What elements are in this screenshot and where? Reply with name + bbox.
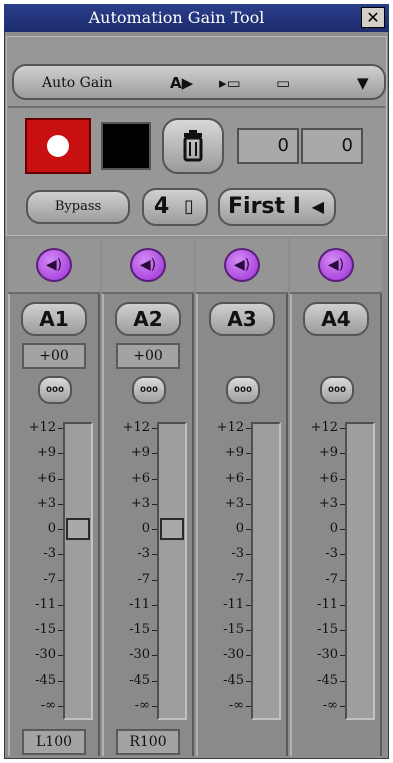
scale-label: -3	[43, 546, 56, 562]
scale-label: +9	[318, 445, 338, 461]
scale-label: +9	[36, 445, 56, 461]
fader-track[interactable]	[63, 422, 93, 720]
scale-label: +9	[224, 445, 244, 461]
scale-label: +3	[36, 495, 56, 511]
counter-left: 0	[237, 128, 299, 164]
scale-label: +12	[310, 420, 338, 435]
scale-label: +9	[130, 445, 150, 461]
scale-label: -30	[35, 647, 56, 663]
record-button[interactable]	[25, 118, 91, 174]
scale-label: 0	[141, 521, 150, 537]
scale-label: 0	[235, 521, 244, 537]
scale-label: -11	[223, 596, 244, 612]
scale-label: +6	[318, 470, 338, 486]
fader-track[interactable]	[157, 422, 187, 720]
scale-label: -∞	[228, 698, 244, 713]
auto-gain-label[interactable]: Auto Gain	[42, 75, 113, 91]
track-count-stepper[interactable]: 4 ▯	[142, 188, 208, 226]
scale-label: -∞	[40, 698, 56, 713]
scale-label: -45	[35, 672, 56, 688]
channel-button[interactable]: A2	[115, 302, 181, 336]
scale-label: +12	[216, 420, 244, 435]
fader-track[interactable]	[345, 422, 375, 720]
scale-label: 0	[329, 521, 338, 537]
scale-label: +12	[122, 420, 150, 435]
scale-label: -∞	[134, 698, 150, 713]
fader-thumb[interactable]	[66, 518, 90, 541]
gain-value[interactable]: +00	[116, 343, 180, 369]
window-title: Automation Gain Tool	[88, 8, 265, 27]
scale-label: -3	[137, 546, 150, 562]
scale-label: -30	[223, 647, 244, 663]
scale-label: -45	[223, 672, 244, 688]
fader-track[interactable]	[251, 422, 281, 720]
speaker-icon[interactable]: ◀)	[36, 248, 72, 282]
gain-value[interactable]: +00	[22, 343, 86, 369]
first-mode-label: First I	[228, 194, 301, 219]
scale-label: +12	[28, 420, 56, 435]
scale-label: +3	[130, 495, 150, 511]
scale-label: -11	[317, 596, 338, 612]
link-button[interactable]: ooo	[132, 376, 166, 404]
filmstrip-icon[interactable]: ▭	[276, 74, 290, 92]
scale-label: -11	[35, 596, 56, 612]
scale-label: -7	[325, 571, 338, 587]
speaker-icon[interactable]: ◀)	[318, 248, 354, 282]
track-count-value: 4	[154, 194, 170, 219]
dropdown-arrow-icon[interactable]: ▼	[357, 74, 369, 92]
fader-thumb[interactable]	[160, 518, 184, 541]
scale-label: +3	[318, 495, 338, 511]
scale-label: +6	[130, 470, 150, 486]
scale-label: -15	[35, 622, 56, 638]
stepper-icon[interactable]: ▯	[184, 190, 194, 224]
scale-label: -45	[129, 672, 150, 688]
close-button[interactable]: ✕	[361, 7, 385, 28]
scale-label: -7	[231, 571, 244, 587]
speaker-icon[interactable]: ◀)	[224, 248, 260, 282]
speaker-small-icon: ◀	[311, 197, 324, 216]
link-button[interactable]: ooo	[320, 376, 354, 404]
scale-label: -15	[317, 622, 338, 638]
link-button[interactable]: ooo	[38, 376, 72, 404]
scale-label: -3	[231, 546, 244, 562]
divider	[8, 106, 385, 108]
record-icon	[47, 135, 69, 157]
trash-icon	[183, 130, 203, 162]
channel-button[interactable]: A4	[303, 302, 369, 336]
scale-label: -11	[129, 596, 150, 612]
scale-label: -7	[137, 571, 150, 587]
counter-right: 0	[301, 128, 363, 164]
scale-label: 0	[47, 521, 56, 537]
link-button[interactable]: ooo	[226, 376, 260, 404]
scale-label: +6	[36, 470, 56, 486]
scale-label: -∞	[322, 698, 338, 713]
scale-label: -30	[129, 647, 150, 663]
pan-value[interactable]: L100	[22, 729, 86, 755]
scale-label: -30	[317, 647, 338, 663]
first-mode-button[interactable]: First I ◀	[218, 188, 336, 226]
bypass-button[interactable]: Bypass	[26, 190, 130, 224]
channel-button[interactable]: A3	[209, 302, 275, 336]
status-indicator	[101, 122, 151, 170]
scale-label: -15	[223, 622, 244, 638]
channel-button[interactable]: A1	[21, 302, 87, 336]
scale-label: +6	[224, 470, 244, 486]
scale-label: -7	[43, 571, 56, 587]
scale-label: -3	[325, 546, 338, 562]
trash-button[interactable]	[162, 118, 224, 174]
pan-value[interactable]: R100	[116, 729, 180, 755]
mode-toolbar[interactable]: Auto Gain A▶ ▸▭ ▭ ▼	[12, 64, 386, 100]
scale-label: +3	[224, 495, 244, 511]
record-automation-icon[interactable]: A▶	[170, 74, 193, 92]
speaker-icon[interactable]: ◀)	[130, 248, 166, 282]
scale-label: -45	[317, 672, 338, 688]
title-bar[interactable]: Automation Gain Tool ✕	[4, 4, 389, 32]
play-clip-icon[interactable]: ▸▭	[219, 74, 241, 92]
scale-label: -15	[129, 622, 150, 638]
